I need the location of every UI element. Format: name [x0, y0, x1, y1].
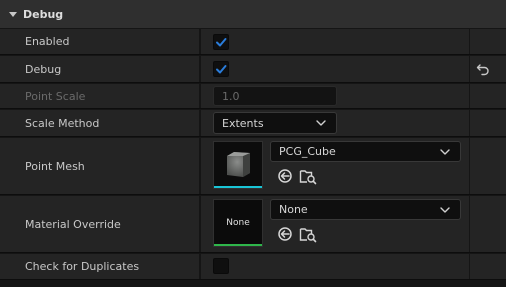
cube-mesh-thumbnail-icon — [214, 142, 262, 186]
property-label: Scale Method — [25, 116, 100, 130]
material-override-thumbnail[interactable]: None — [213, 199, 263, 247]
material-asset-type-bar — [214, 244, 262, 246]
material-override-selected: None — [279, 203, 308, 216]
check-duplicates-checkbox[interactable] — [213, 258, 229, 274]
checkmark-icon — [216, 65, 227, 74]
reset-to-default-icon[interactable] — [476, 62, 490, 76]
collapse-chevron-icon[interactable] — [9, 11, 17, 17]
property-label: Check for Duplicates — [25, 260, 140, 273]
property-row-debug: Debug — [0, 56, 506, 83]
chevron-down-icon — [440, 148, 450, 155]
chevron-down-icon — [440, 206, 450, 213]
property-label: Point Scale — [25, 89, 86, 103]
property-row-check-duplicates: Check for Duplicates — [0, 254, 506, 280]
property-label: Enabled — [25, 35, 70, 48]
section-title: Debug — [23, 7, 64, 21]
debug-checkbox[interactable] — [213, 61, 229, 77]
point-mesh-thumbnail[interactable] — [213, 141, 263, 189]
point-scale-value: 1.0 — [222, 89, 240, 103]
scale-method-dropdown[interactable]: Extents — [213, 112, 337, 134]
scale-method-selected: Extents — [222, 116, 264, 130]
browse-to-asset-icon[interactable] — [299, 226, 317, 243]
property-label: Point Mesh — [25, 159, 85, 173]
point-scale-input[interactable]: 1.0 — [213, 86, 337, 106]
property-row-material-override: Material Override None None — [0, 196, 506, 253]
chevron-down-icon — [316, 120, 326, 126]
property-row-point-scale: Point Scale 1.0 — [0, 84, 506, 109]
use-selected-asset-icon[interactable] — [277, 226, 293, 242]
point-mesh-asset-picker[interactable]: PCG_Cube — [270, 141, 461, 162]
property-label: Material Override — [25, 217, 121, 231]
thumbnail-none-text: None — [226, 218, 250, 228]
enabled-checkbox[interactable] — [213, 34, 229, 50]
property-row-enabled: Enabled — [0, 29, 506, 55]
property-label: Debug — [25, 62, 62, 76]
use-selected-asset-icon[interactable] — [277, 168, 293, 184]
material-override-asset-picker[interactable]: None — [270, 199, 461, 220]
mesh-asset-type-bar — [214, 186, 262, 188]
point-mesh-selected: PCG_Cube — [279, 145, 336, 158]
browse-to-asset-icon[interactable] — [299, 168, 317, 185]
checkmark-icon — [216, 38, 227, 47]
property-row-scale-method: Scale Method Extents — [0, 110, 506, 137]
debug-section-header[interactable]: Debug — [0, 0, 506, 28]
property-row-point-mesh: Point Mesh PCG_Cube — [0, 138, 506, 195]
